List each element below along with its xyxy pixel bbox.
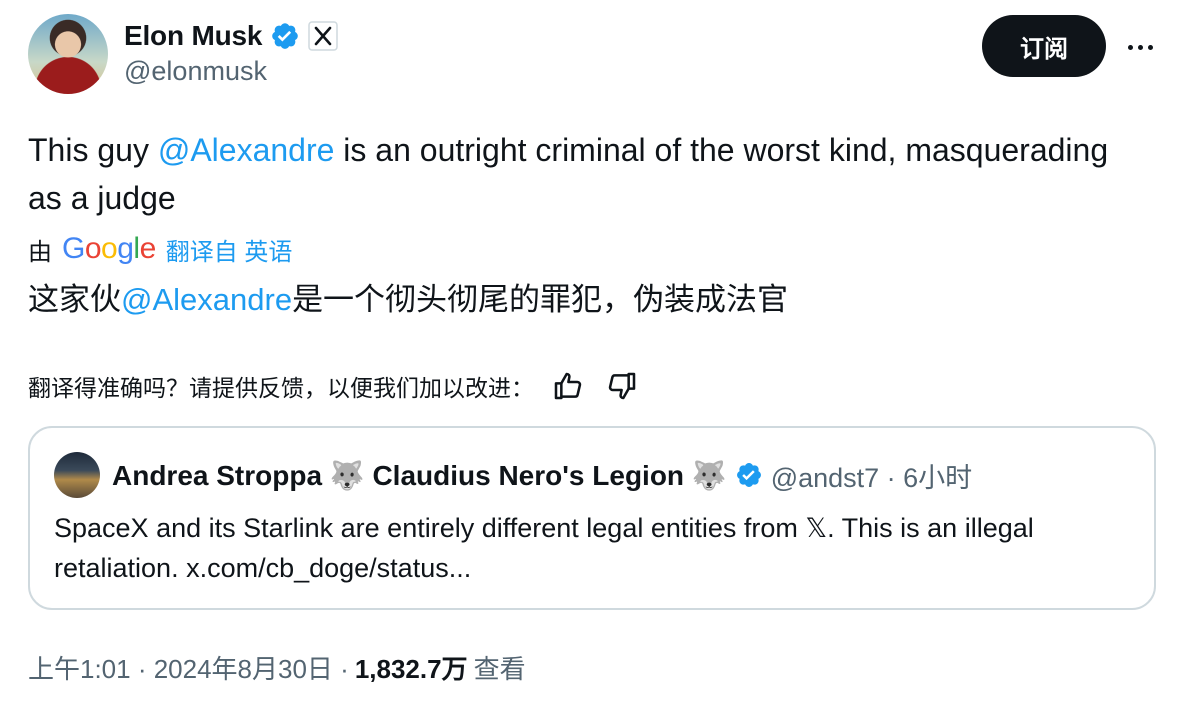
author-handle[interactable]: @elonmusk (124, 56, 267, 87)
x-logo-icon (308, 21, 338, 51)
author-name-row: Elon Musk (124, 16, 338, 56)
more-dots-icon[interactable] (1120, 30, 1160, 64)
quote-author-avatar[interactable] (54, 452, 100, 498)
verified-badge-icon (736, 463, 761, 487)
translated-text-after: 是一个彻头彻尾的罪犯，伪装成法官 (292, 282, 789, 317)
translation-source-link[interactable]: 翻译自 英语 (166, 232, 293, 267)
quote-text: SpaceX and its Starlink are entirely dif… (54, 513, 1034, 583)
view-count: 1,832.7万 (354, 653, 468, 684)
feedback-prompt: 翻译得准确吗？请提供反馈，以便我们加以改进： (28, 375, 534, 401)
follow-button[interactable]: 订阅 (982, 15, 1106, 77)
views-label: 查看 (473, 653, 526, 684)
translation-by-label: 由 (28, 238, 52, 266)
author-display-name[interactable]: Elon Musk (124, 20, 262, 52)
quote-handle-time: @andst7 · 6小时 (770, 462, 973, 493)
tweet-meta: 上午1:01 · 2024年8月30日 · 1,832.7万 查看 (28, 646, 526, 688)
translation-attribution: 由 Google 翻译自 英语 (28, 228, 292, 270)
verified-badge-icon (272, 23, 299, 49)
thumbs-up-icon[interactable] (548, 366, 588, 406)
tweet-mention-link[interactable]: @Alexandre (158, 132, 335, 168)
translated-text: 这家伙@Alexandre是一个彻头彻尾的罪犯，伪装成法官 (28, 278, 788, 322)
translated-text-before: 这家伙 (28, 282, 121, 317)
thumbs-down-icon[interactable] (602, 366, 642, 406)
author-avatar[interactable] (28, 14, 108, 94)
tweet-text-before: This guy (28, 132, 158, 168)
quote-header: Andrea Stroppa 🐺 Claudius Nero's Legion … (112, 452, 972, 498)
translation-feedback: 翻译得准确吗？请提供反馈，以便我们加以改进： (28, 364, 642, 408)
translated-mention-link[interactable]: @Alexandre (121, 282, 292, 317)
google-logo: Google (62, 232, 156, 265)
quote-author-name[interactable]: Andrea Stroppa 🐺 Claudius Nero's Legion … (112, 459, 727, 492)
tweet-timestamp[interactable]: 上午1:01 · 2024年8月30日 · (28, 649, 349, 686)
quote-tweet-card[interactable]: Andrea Stroppa 🐺 Claudius Nero's Legion … (28, 426, 1156, 610)
tweet-text: This guy @Alexandre is an outright crimi… (28, 126, 1148, 222)
